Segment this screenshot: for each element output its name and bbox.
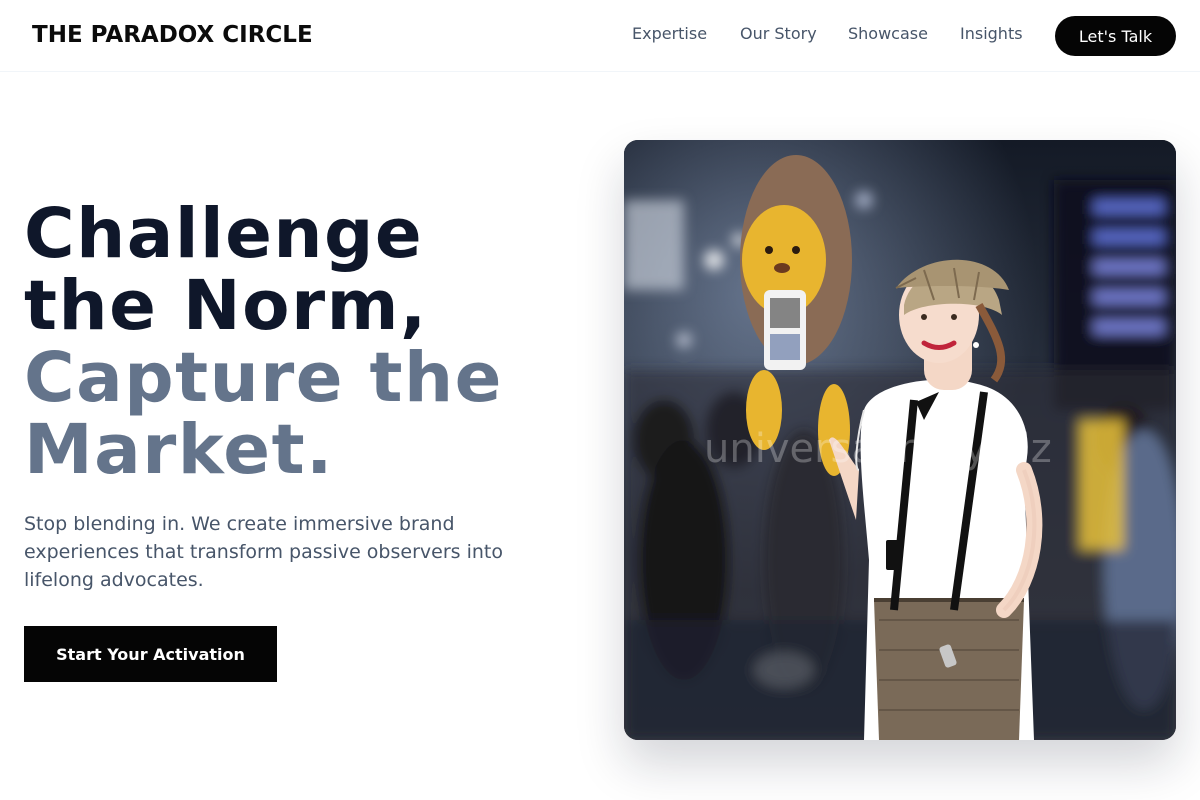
navbar: THE PARADOX CIRCLE Expertise Our Story S… — [0, 0, 1200, 72]
hero-title-line-3: Capture the — [24, 338, 503, 418]
brand-logo[interactable]: THE PARADOX CIRCLE — [32, 20, 313, 50]
nav-link-expertise[interactable]: Expertise — [632, 22, 707, 46]
hero-title-line-4: Market. — [24, 410, 334, 490]
nav-link-showcase[interactable]: Showcase — [848, 22, 928, 46]
start-activation-button[interactable]: Start Your Activation — [24, 626, 277, 682]
nav-link-our-story[interactable]: Our Story — [740, 22, 817, 46]
hero-subtitle: Stop blending in. We create immersive br… — [24, 513, 503, 591]
hero-photo-illustration: universalirony.biz — [624, 140, 1176, 740]
hero-title-line-1: Challenge — [24, 194, 424, 274]
lets-talk-button[interactable]: Let's Talk — [1055, 16, 1176, 56]
watermark-text: universalirony.biz — [704, 426, 1052, 472]
hero-title: Challenge the Norm, Capture the Market. — [24, 198, 584, 486]
hero-title-line-2: the Norm, — [24, 266, 428, 346]
nav-link-insights[interactable]: Insights — [960, 22, 1023, 46]
hero-photo: universalirony.biz — [624, 140, 1176, 740]
